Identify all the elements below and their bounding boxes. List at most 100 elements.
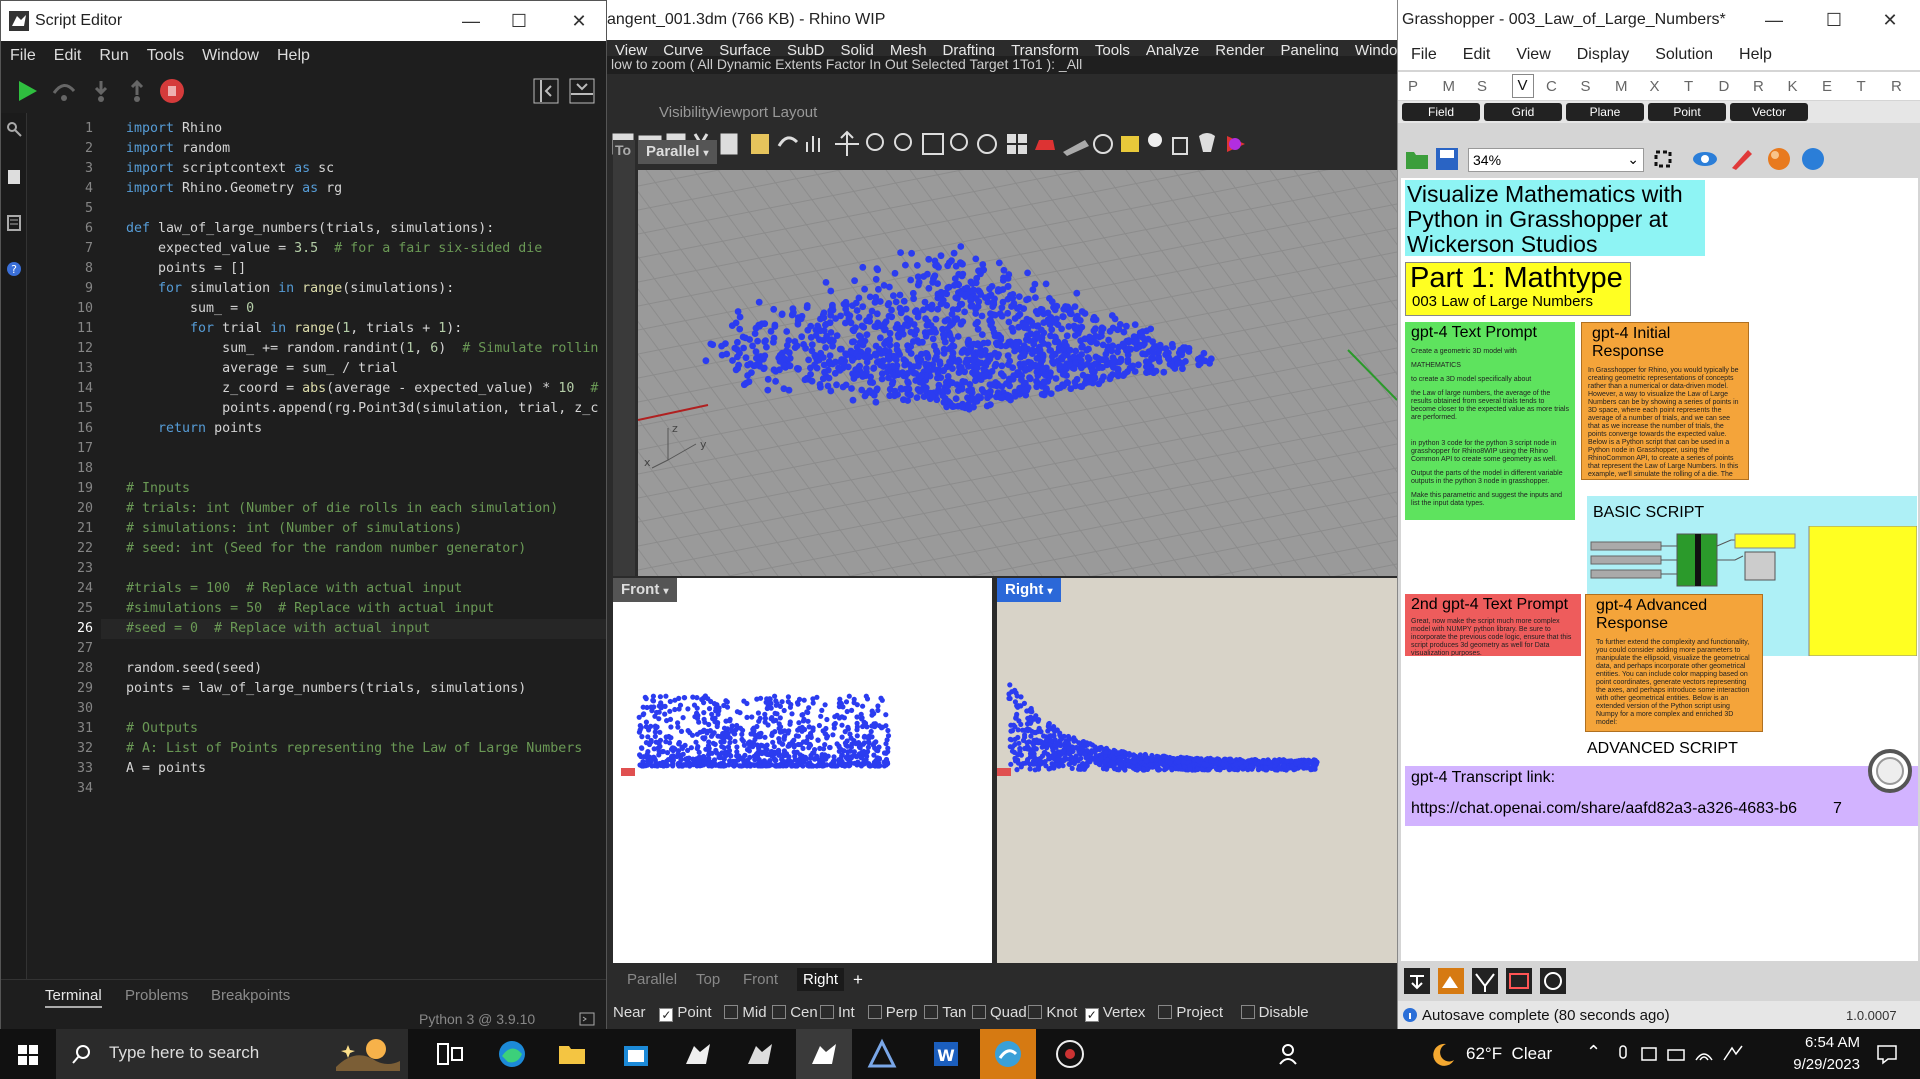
code-line[interactable]: for simulation in range(simulations): bbox=[126, 279, 454, 299]
osnap-project[interactable]: Project bbox=[1158, 1004, 1223, 1021]
code-line[interactable]: for trial in range(1, trials + 1): bbox=[126, 319, 462, 339]
clock-time[interactable]: 6:54 AM bbox=[1800, 1034, 1860, 1051]
code-line[interactable]: # seed: int (Seed for the random number … bbox=[126, 539, 526, 559]
osnap-perp[interactable]: Perp bbox=[867, 1004, 917, 1021]
viewport-partial-label[interactable]: To bbox=[615, 142, 631, 158]
component-tab[interactable]: S bbox=[1477, 78, 1487, 95]
gh-minimize-icon[interactable]: — bbox=[1762, 8, 1786, 32]
menu-window[interactable]: Window bbox=[193, 41, 268, 71]
preview-eye-icon[interactable] bbox=[1692, 146, 1722, 172]
code-line[interactable]: expected_value = 3.5 # for a fair six-si… bbox=[126, 239, 542, 259]
code-line[interactable]: # Inputs bbox=[126, 479, 190, 499]
toggle-terminal-icon[interactable] bbox=[569, 78, 595, 104]
part-panel[interactable]: Part 1: Mathtype 003 Law of Large Number… bbox=[1405, 262, 1631, 316]
heading-panel[interactable]: Visualize Mathematics with Python in Gra… bbox=[1405, 180, 1705, 256]
osnap-vertex[interactable]: ✓ Vertex bbox=[1084, 1004, 1145, 1022]
command-line[interactable]: low to zoom ( All Dynamic Extents Factor… bbox=[607, 56, 1397, 74]
open-file-icon[interactable] bbox=[1404, 146, 1430, 172]
store-icon[interactable] bbox=[620, 1038, 652, 1070]
viewport-label-front[interactable]: Front ▾ bbox=[613, 578, 677, 602]
gh-bottom-icons[interactable] bbox=[1404, 968, 1572, 994]
system-tray-icons[interactable] bbox=[1616, 1044, 1756, 1064]
code-line[interactable]: #simulations = 50 # Replace with actual … bbox=[126, 599, 494, 619]
vtab-front[interactable]: Front bbox=[743, 971, 778, 988]
gh-close-icon[interactable]: ✕ bbox=[1878, 8, 1902, 32]
rhino-7-icon[interactable] bbox=[682, 1038, 714, 1070]
gh-menu-view[interactable]: View bbox=[1503, 40, 1563, 70]
windows-start-icon[interactable] bbox=[18, 1045, 38, 1065]
component-tab[interactable]: E bbox=[1822, 78, 1832, 95]
code-line[interactable]: import random bbox=[126, 139, 230, 159]
zoom-extents-icon[interactable] bbox=[1650, 146, 1678, 172]
group-vector[interactable]: Vector bbox=[1730, 103, 1808, 121]
gh-maximize-icon[interactable]: ☐ bbox=[1822, 8, 1846, 32]
library-icon[interactable] bbox=[7, 215, 21, 231]
tab-visibility[interactable]: Visibility bbox=[659, 104, 713, 121]
viewport-parallel[interactable]: z y x Parallel ▾ bbox=[638, 140, 1397, 576]
component-tab[interactable]: S bbox=[1581, 78, 1591, 95]
osnap-disable[interactable]: Disable bbox=[1240, 1004, 1309, 1021]
file-explorer-icon[interactable] bbox=[556, 1038, 588, 1070]
collapse-panel-icon[interactable] bbox=[533, 78, 559, 104]
gh-menu-display[interactable]: Display bbox=[1564, 40, 1642, 70]
code-line[interactable]: sum_ += random.randint(1, 6) # Simulate … bbox=[126, 339, 598, 359]
terminal-icon[interactable] bbox=[579, 1012, 595, 1026]
task-view-icon[interactable] bbox=[434, 1038, 466, 1070]
code-line[interactable]: import Rhino.Geometry as rg bbox=[126, 179, 342, 199]
code-line[interactable]: # Outputs bbox=[126, 719, 198, 739]
component-tab[interactable]: V bbox=[1511, 74, 1534, 98]
rhino-toolbar-icons[interactable] bbox=[607, 126, 1397, 162]
menu-tools[interactable]: Tools bbox=[138, 41, 193, 71]
autocad-icon[interactable] bbox=[866, 1038, 898, 1070]
code-line[interactable]: # A: List of Points representing the Law… bbox=[126, 739, 582, 759]
gh-save-icon[interactable] bbox=[1434, 146, 1460, 172]
viewport-collapsed-tab[interactable]: To bbox=[613, 140, 635, 576]
code-line[interactable]: sum_ = 0 bbox=[126, 299, 254, 319]
prompt2-panel[interactable]: 2nd gpt-4 Text Prompt Great, now make th… bbox=[1405, 594, 1581, 656]
osnap-checkbox[interactable]: ✓ bbox=[659, 1008, 674, 1022]
group-grid[interactable]: Grid bbox=[1484, 103, 1562, 121]
step-into-icon[interactable] bbox=[89, 79, 113, 103]
maximize-icon[interactable]: ☐ bbox=[507, 9, 531, 33]
code-line[interactable]: points = law_of_large_numbers(trials, si… bbox=[126, 679, 526, 699]
component-tab[interactable]: P bbox=[1408, 78, 1418, 95]
osnap-checkbox[interactable] bbox=[1028, 1005, 1043, 1019]
advanced-panel[interactable]: gpt-4 Advanced Response To further exten… bbox=[1585, 594, 1763, 732]
rhino-wip-icon[interactable] bbox=[744, 1038, 776, 1070]
osnap-checkbox[interactable] bbox=[867, 1005, 882, 1019]
taskbar-active-app[interactable] bbox=[796, 1029, 852, 1079]
osnap-mid[interactable]: Mid bbox=[724, 1004, 767, 1021]
viewport-label-right[interactable]: Right ▾ bbox=[997, 578, 1061, 602]
component-tab[interactable]: K bbox=[1788, 78, 1798, 95]
code-line[interactable]: # trials: int (Number of die rolls in ea… bbox=[126, 499, 558, 519]
close-icon[interactable]: ✕ bbox=[567, 9, 591, 33]
clock-date[interactable]: 9/29/2023 bbox=[1786, 1056, 1860, 1073]
osnap-checkbox[interactable] bbox=[1158, 1005, 1173, 1019]
weather-text[interactable]: 62°F Clear bbox=[1466, 1044, 1552, 1064]
osnap-checkbox[interactable] bbox=[772, 1005, 787, 1019]
osnap-knot[interactable]: Knot bbox=[1028, 1004, 1077, 1021]
minimize-icon[interactable]: — bbox=[459, 9, 483, 33]
python-version[interactable]: Python 3 @ 3.9.10 bbox=[419, 1011, 535, 1027]
menu-run[interactable]: Run bbox=[90, 41, 137, 71]
taskbar-highlighted-app[interactable] bbox=[980, 1029, 1036, 1079]
people-icon[interactable] bbox=[1274, 1038, 1306, 1070]
response-panel[interactable]: gpt-4 Initial Response In Grasshopper fo… bbox=[1581, 322, 1749, 480]
step-out-icon[interactable] bbox=[125, 79, 149, 103]
osnap-checkbox[interactable] bbox=[724, 1005, 739, 1019]
transcript-panel[interactable]: gpt-4 Transcript link: https://chat.open… bbox=[1405, 766, 1918, 826]
help-icon[interactable]: ? bbox=[6, 261, 22, 277]
material-sphere-icon[interactable] bbox=[1766, 146, 1792, 172]
prompt-panel[interactable]: gpt-4 Text Prompt Create a geometric 3D … bbox=[1405, 322, 1575, 520]
search-icon[interactable] bbox=[6, 121, 22, 137]
code-line[interactable]: # simulations: int (Number of simulation… bbox=[126, 519, 462, 539]
code-line[interactable]: def law_of_large_numbers(trials, simulat… bbox=[126, 219, 494, 239]
chevron-up-icon[interactable]: ⌃ bbox=[1586, 1042, 1601, 1063]
display-mode-icon[interactable] bbox=[1800, 146, 1826, 172]
obs-icon[interactable] bbox=[1054, 1038, 1086, 1070]
component-tab[interactable]: D bbox=[1719, 78, 1730, 95]
code-line[interactable]: average = sum_ / trial bbox=[126, 359, 398, 379]
osnap-point[interactable]: ✓ Point bbox=[659, 1004, 712, 1022]
osnap-int[interactable]: Int bbox=[820, 1004, 855, 1021]
gh-menu-edit[interactable]: Edit bbox=[1450, 40, 1504, 70]
